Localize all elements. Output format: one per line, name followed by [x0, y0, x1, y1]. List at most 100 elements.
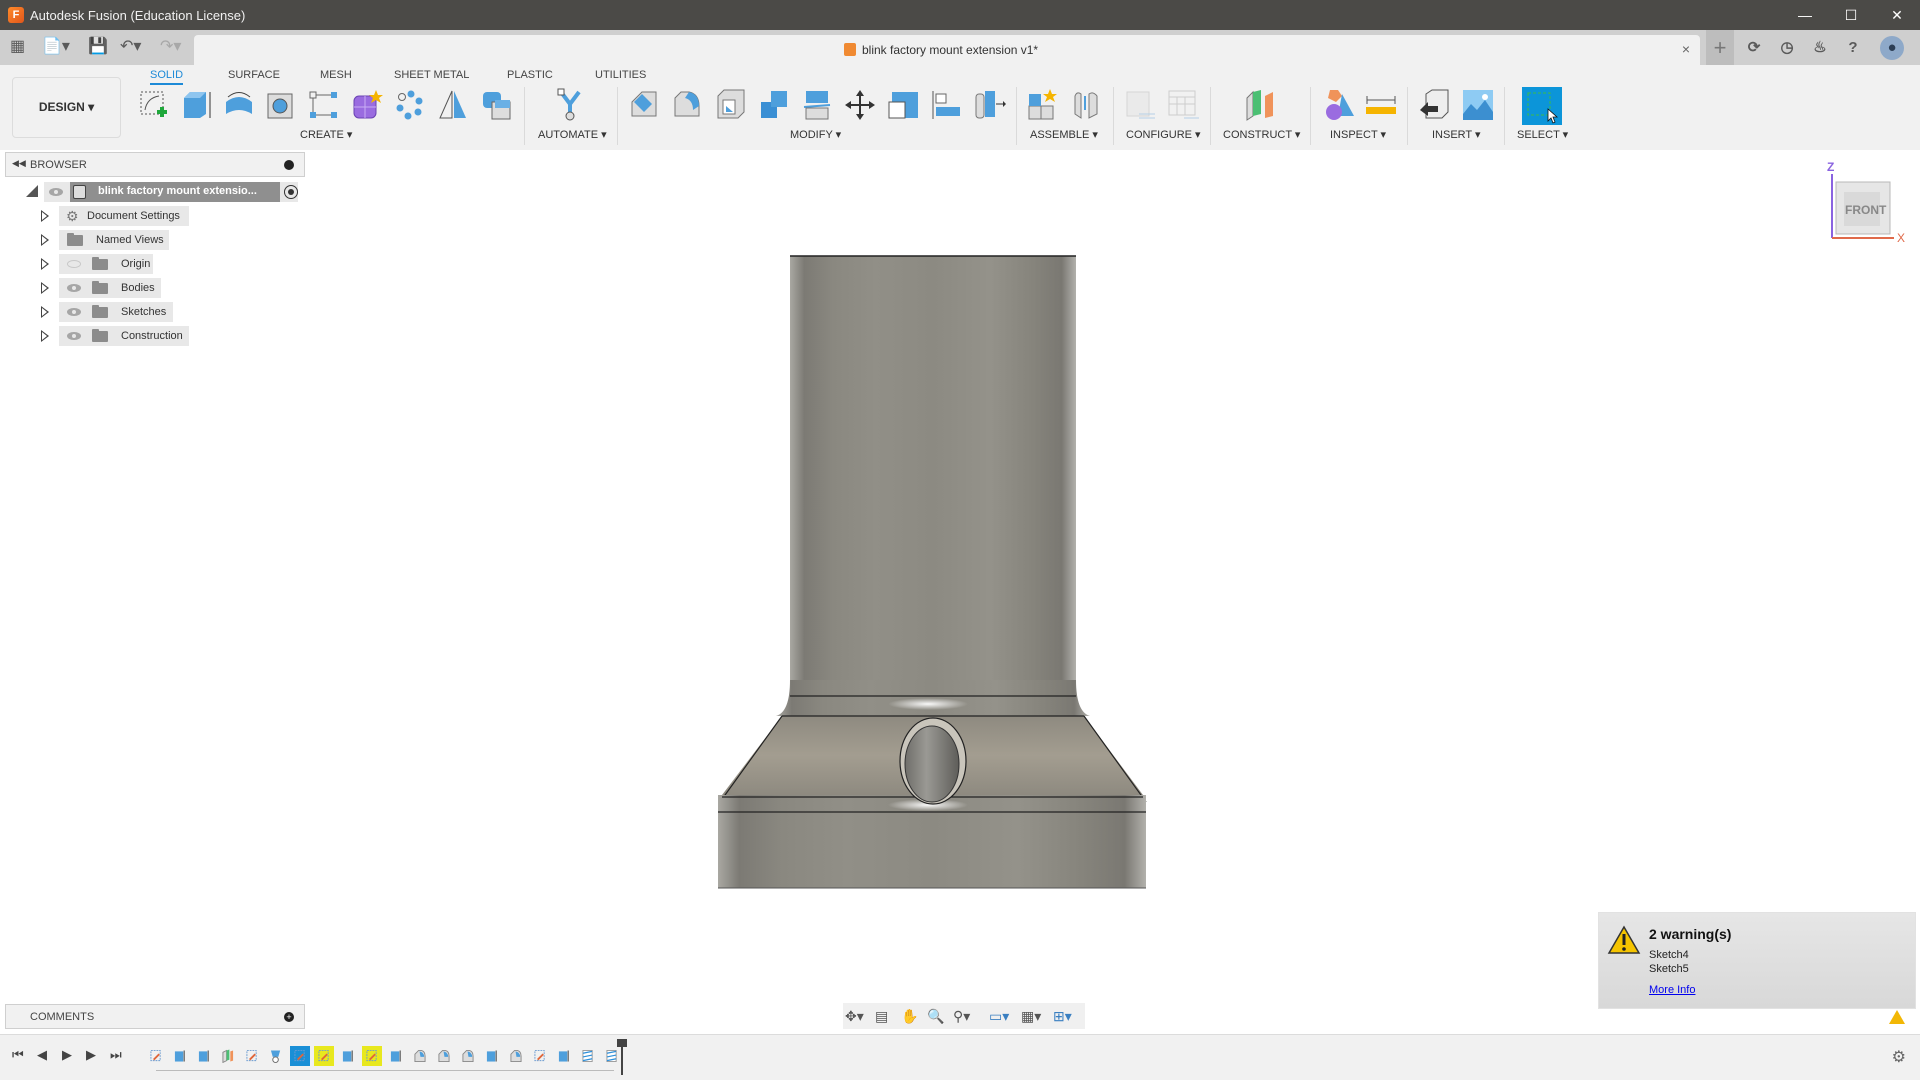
timeline-feature-fillet[interactable]: [458, 1046, 478, 1066]
timeline-feature-sketch[interactable]: [242, 1046, 262, 1066]
measure-icon[interactable]: [1364, 88, 1398, 122]
grid-settings-icon[interactable]: ▦▾: [1021, 1006, 1041, 1026]
more-info-link[interactable]: More Info: [1649, 984, 1695, 996]
revolve-icon[interactable]: [222, 88, 256, 122]
browser-header[interactable]: ◀◀ BROWSER: [5, 152, 305, 177]
expand-arrow-icon[interactable]: [41, 258, 49, 270]
collapse-panel-icon[interactable]: ◀◀: [12, 158, 26, 169]
press-pull-icon[interactable]: [628, 88, 662, 122]
combine-icon[interactable]: [479, 88, 513, 122]
decal-icon[interactable]: [1461, 88, 1495, 122]
insert-derive-icon[interactable]: [1418, 88, 1452, 122]
timeline-feature-plane[interactable]: [218, 1046, 238, 1066]
new-component-icon[interactable]: [1026, 88, 1060, 122]
tab-surface[interactable]: SURFACE: [228, 69, 280, 81]
close-tab-icon[interactable]: ×: [1682, 41, 1690, 57]
browser-item-named-views[interactable]: Named Views: [39, 230, 179, 250]
configuration-table-icon[interactable]: [1166, 88, 1200, 122]
look-at-icon[interactable]: ▤: [875, 1006, 888, 1026]
timeline-feature-extrude[interactable]: [170, 1046, 190, 1066]
view-cube[interactable]: Z X FRONT: [1826, 160, 1906, 245]
align-icon[interactable]: [929, 88, 963, 122]
undo-icon[interactable]: ↶▾: [120, 36, 141, 58]
assemble-group-label[interactable]: ASSEMBLE ▾: [1030, 128, 1098, 141]
automate-group-label[interactable]: AUTOMATE ▾: [538, 128, 607, 141]
go-to-end-button[interactable]: ⏭: [110, 1047, 122, 1063]
tab-mesh[interactable]: MESH: [320, 69, 352, 81]
hole-icon[interactable]: [264, 88, 298, 122]
fillet-icon[interactable]: [671, 88, 705, 122]
visibility-eye-icon[interactable]: [67, 284, 81, 292]
expand-arrow-icon[interactable]: [41, 330, 49, 342]
timeline-feature-extrude[interactable]: [386, 1046, 406, 1066]
expand-arrow-icon[interactable]: [41, 282, 49, 294]
browser-item-sketches[interactable]: Sketches: [39, 302, 179, 322]
pin-icon[interactable]: [284, 160, 294, 170]
step-forward-button[interactable]: ▶: [86, 1047, 96, 1063]
timeline-feature-fillet[interactable]: [506, 1046, 526, 1066]
offset-plane-icon[interactable]: [1243, 88, 1277, 122]
timeline-feature-revolve[interactable]: [266, 1046, 286, 1066]
browser-item-origin[interactable]: Origin: [39, 254, 159, 274]
comments-panel[interactable]: COMMENTS +: [5, 1004, 305, 1029]
tab-solid[interactable]: SOLID: [150, 69, 184, 85]
form-icon[interactable]: [350, 88, 384, 122]
maximize-button[interactable]: ☐: [1828, 0, 1874, 30]
go-to-start-button[interactable]: ⏮: [12, 1047, 24, 1063]
insert-group-label[interactable]: INSERT ▾: [1432, 128, 1481, 141]
hidden-eye-icon[interactable]: [67, 260, 81, 268]
timeline-feature-fillet[interactable]: [434, 1046, 454, 1066]
viewports-icon[interactable]: ⊞▾: [1053, 1006, 1072, 1026]
timeline-settings-gear-icon[interactable]: ⚙: [1892, 1047, 1906, 1067]
joint-icon[interactable]: [1069, 88, 1103, 122]
browser-item-bodies[interactable]: Bodies: [39, 278, 169, 298]
configure-icon[interactable]: [1123, 88, 1157, 122]
model-fillet[interactable]: [776, 680, 1090, 716]
visibility-eye-icon[interactable]: [67, 308, 81, 316]
offset-face-icon[interactable]: [800, 88, 834, 122]
activate-radio-icon[interactable]: [284, 185, 298, 199]
viewcube-face-label[interactable]: FRONT: [1845, 203, 1886, 217]
timeline-marker[interactable]: [617, 1039, 627, 1075]
expand-arrow-icon[interactable]: [41, 234, 49, 246]
timeline-feature-sketch[interactable]: [314, 1046, 334, 1066]
timeline-feature-extrude[interactable]: [482, 1046, 502, 1066]
save-icon[interactable]: 💾: [88, 36, 108, 58]
timeline-feature-fillet[interactable]: [410, 1046, 430, 1066]
apps-grid-icon[interactable]: ▦: [10, 36, 25, 58]
shell-icon[interactable]: [714, 88, 748, 122]
job-status-icon[interactable]: ◷: [1775, 36, 1799, 60]
model-base[interactable]: [718, 812, 1146, 888]
tab-sheet-metal[interactable]: SHEET METAL: [394, 69, 469, 81]
new-tab-button[interactable]: +: [1706, 30, 1734, 65]
pan-icon[interactable]: ✋: [901, 1006, 918, 1026]
modify-group-label[interactable]: MODIFY ▾: [790, 128, 841, 141]
collapse-arrow-icon[interactable]: [26, 185, 38, 197]
timeline-feature-sketch[interactable]: [362, 1046, 382, 1066]
tab-plastic[interactable]: PLASTIC: [507, 69, 553, 81]
model-side-hole[interactable]: [899, 717, 967, 805]
expand-arrow-icon[interactable]: [41, 306, 49, 318]
profile-avatar[interactable]: ●: [1880, 36, 1904, 60]
pattern-icon[interactable]: [392, 88, 426, 122]
timeline-feature-sketch[interactable]: [290, 1046, 310, 1066]
timeline-feature-extrude[interactable]: [194, 1046, 214, 1066]
model-cylinder-body[interactable]: [790, 256, 1076, 697]
browser-root-item[interactable]: blink factory mount extensio...: [20, 182, 305, 202]
model-flare[interactable]: [722, 716, 1143, 795]
minimize-button[interactable]: —: [1782, 0, 1828, 30]
interference-icon[interactable]: [1322, 88, 1356, 122]
zoom-icon[interactable]: 🔍: [927, 1006, 944, 1026]
combine-modify-icon[interactable]: [757, 88, 791, 122]
select-group-label[interactable]: SELECT ▾: [1517, 128, 1568, 141]
display-settings-icon[interactable]: ▭▾: [989, 1006, 1009, 1026]
close-window-button[interactable]: ✕: [1874, 0, 1920, 30]
fit-icon[interactable]: ⚲▾: [953, 1006, 970, 1026]
browser-item-document-settings[interactable]: ⚙ Document Settings: [39, 206, 199, 226]
timeline-feature-extrude[interactable]: [338, 1046, 358, 1066]
timeline-feature-thread[interactable]: [602, 1046, 622, 1066]
browser-item-construction[interactable]: Construction: [39, 326, 199, 346]
rectangle-pattern-icon[interactable]: [307, 88, 341, 122]
sync-icon[interactable]: ⟳: [1742, 36, 1766, 60]
inspect-group-label[interactable]: INSPECT ▾: [1330, 128, 1386, 141]
